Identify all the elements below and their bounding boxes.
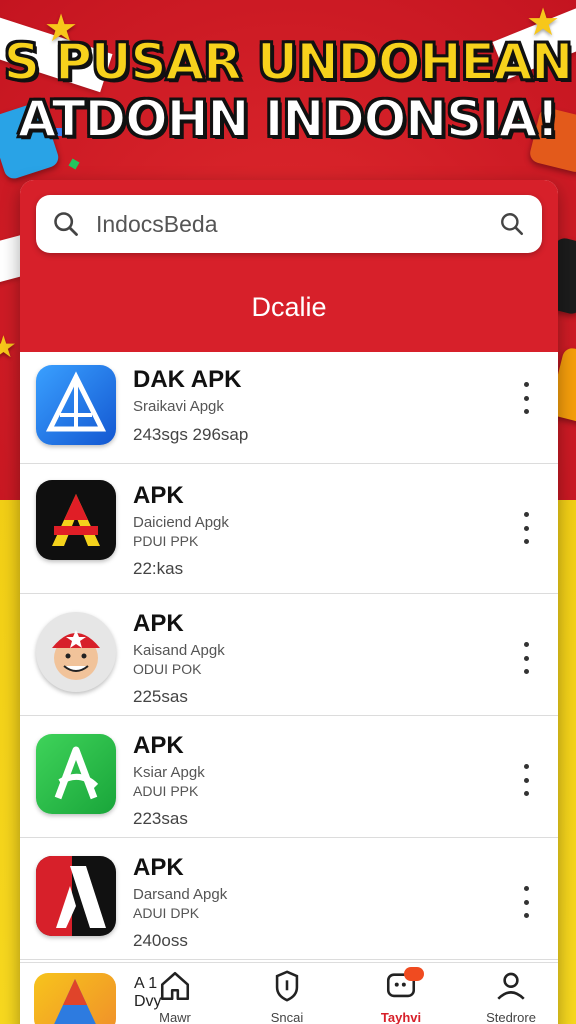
a-logo-green-icon (36, 734, 116, 814)
app-name: APK (133, 610, 184, 637)
app-name: APK (133, 732, 184, 759)
nav-label: Stedrore (486, 1010, 536, 1024)
app-meta: 240oss (133, 931, 188, 950)
search-icon[interactable] (36, 210, 96, 238)
search-icon[interactable] (482, 211, 542, 237)
a-logo-black-icon (36, 480, 116, 560)
app-name: APK (133, 482, 184, 509)
app-subtitle-2: ADUI PPK (133, 783, 199, 799)
list-item[interactable]: APK Kaisand Apgk ODUI POK 225sas (20, 594, 558, 716)
list-item[interactable]: APK Darsand Apgk ADUI DPK 240oss (20, 838, 558, 960)
app-subtitle-2: PDUI PPK (133, 533, 199, 549)
app-info: APK Daiciend Apgk PDUI PPK 22:kas (133, 482, 229, 579)
nav-item-shield[interactable]: Sncai (242, 969, 332, 1024)
search-input[interactable]: IndocsBeda (96, 211, 482, 238)
section-title: Dcalie (251, 292, 327, 322)
list-item[interactable]: APK Daiciend Apgk PDUI PPK 22:kas (20, 464, 558, 594)
app-subtitle: Darsand Apgk (133, 886, 228, 903)
more-options-icon[interactable] (516, 512, 536, 544)
app-meta: 225sas (133, 687, 188, 706)
nav-label: Mawr (159, 1010, 191, 1024)
app-subtitle-2: ODUI POK (133, 661, 202, 677)
more-options-icon[interactable] (516, 764, 536, 796)
promo-headline: S PUSAR UNDOHEAN ATDOHN INDONSIA! (0, 33, 576, 148)
bottom-navigation: A 1 Dvy Mawr Sncai Tayhvi Stedrore (20, 962, 558, 1024)
app-meta: 223sas (133, 809, 188, 828)
star-icon: ★ (0, 331, 17, 364)
app-icon-partial (34, 973, 116, 1024)
list-item[interactable]: DAK APK Sraikavi Apgk 243sgs 296sap (20, 352, 558, 464)
nav-label: Tayhvi (380, 1010, 422, 1024)
avatar-character-icon (36, 612, 116, 692)
app-list: DAK APK Sraikavi Apgk 243sgs 296sap APK … (20, 352, 558, 960)
more-options-icon[interactable] (516, 886, 536, 918)
triangle-logo-icon (36, 365, 116, 445)
shield-icon (275, 970, 299, 1002)
app-name: DAK APK (133, 366, 242, 393)
app-store-card: IndocsBeda Dcalie DAK APK Sraikavi Apgk … (20, 180, 558, 1024)
app-subtitle: Sraikavi Apgk (133, 398, 224, 415)
notification-badge (404, 967, 424, 981)
app-meta: 22:kas (133, 559, 184, 578)
app-subtitle-2: ADUI DPK (133, 905, 200, 921)
a-logo-red-icon (36, 856, 116, 936)
app-meta: 243sgs 296sap (133, 425, 249, 444)
app-subtitle: Kaisand Apgk (133, 642, 225, 659)
nav-item-chat[interactable]: Tayhvi (356, 967, 446, 1024)
headline-line-2: ATDOHN INDONSIA! (17, 89, 560, 148)
home-icon (160, 971, 190, 1001)
app-info: APK Kaisand Apgk ODUI POK 225sas (133, 610, 225, 707)
card-header: IndocsBeda Dcalie (20, 180, 558, 352)
search-bar[interactable]: IndocsBeda (36, 195, 542, 253)
list-item[interactable]: APK Ksiar Apgk ADUI PPK 223sas (20, 716, 558, 838)
nav-item-profile[interactable]: Stedrore (466, 969, 556, 1024)
more-options-icon[interactable] (516, 642, 536, 674)
app-subtitle: Ksiar Apgk (133, 764, 205, 781)
app-info: DAK APK Sraikavi Apgk 243sgs 296sap (133, 366, 248, 445)
app-subtitle: Daiciend Apgk (133, 514, 229, 531)
app-name: APK (133, 854, 184, 881)
app-info: APK Darsand Apgk ADUI DPK 240oss (133, 854, 227, 951)
person-icon (497, 972, 525, 1000)
app-info: APK Ksiar Apgk ADUI PPK 223sas (133, 732, 205, 829)
headline-line-1: S PUSAR UNDOHEAN (3, 33, 574, 91)
more-options-icon[interactable] (516, 382, 536, 414)
nav-label: Sncai (270, 1010, 304, 1024)
nav-item-home[interactable]: Mawr (130, 969, 220, 1024)
